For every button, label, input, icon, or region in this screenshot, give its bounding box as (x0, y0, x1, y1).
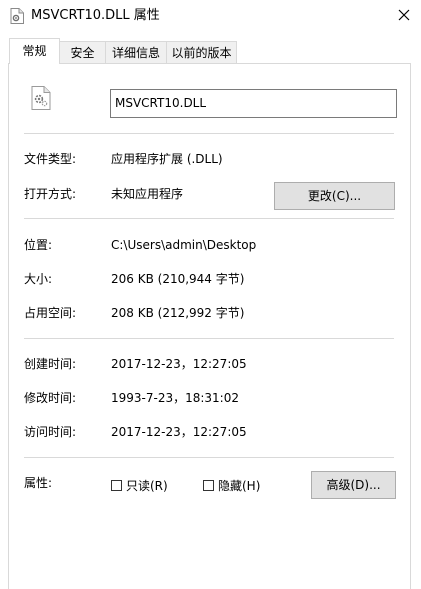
location-label: 位置: (24, 238, 53, 252)
tab-security[interactable]: 安全 (59, 41, 106, 63)
created-label: 创建时间: (24, 357, 77, 371)
window-title: MSVCRT10.DLL 属性 (31, 8, 160, 23)
hidden-checkbox[interactable] (203, 480, 214, 491)
tab-details[interactable]: 详细信息 (105, 41, 167, 63)
advanced-button[interactable]: 高级(D)... (311, 471, 396, 499)
file-properties-icon (10, 8, 24, 24)
hidden-label[interactable]: 隐藏(H) (218, 478, 260, 494)
file-type-value: 应用程序扩展 (.DLL) (111, 152, 223, 166)
modified-value: 1993-7-23，18:31:02 (111, 391, 239, 405)
modified-label: 修改时间: (24, 391, 77, 405)
tab-previous-versions[interactable]: 以前的版本 (166, 41, 237, 63)
attributes-label: 属性: (24, 476, 53, 490)
change-button[interactable]: 更改(C)... (274, 182, 395, 210)
tab-general[interactable]: 常规 (9, 38, 60, 64)
opens-with-label: 打开方式: (24, 187, 77, 201)
size-value: 206 KB (210,944 字节) (111, 272, 245, 286)
file-type-label: 文件类型: (24, 152, 77, 166)
accessed-label: 访问时间: (24, 425, 77, 439)
separator (24, 338, 394, 339)
separator (24, 133, 394, 134)
opens-with-value: 未知应用程序 (111, 187, 184, 201)
file-name-input[interactable]: MSVCRT10.DLL (110, 89, 397, 118)
separator (24, 457, 394, 458)
size-label: 大小: (24, 272, 53, 286)
readonly-label[interactable]: 只读(R) (126, 478, 168, 494)
location-value: C:\Users\admin\Desktop (111, 238, 257, 252)
size-on-disk-value: 208 KB (212,992 字节) (111, 306, 245, 320)
dll-file-icon (31, 86, 51, 110)
close-icon (398, 9, 410, 24)
separator (24, 218, 394, 219)
size-on-disk-label: 占用空间: (24, 306, 77, 320)
close-button[interactable] (388, 2, 420, 30)
created-value: 2017-12-23，12:27:05 (111, 357, 247, 371)
accessed-value: 2017-12-23，12:27:05 (111, 425, 247, 439)
readonly-checkbox[interactable] (111, 480, 122, 491)
general-panel (8, 63, 411, 589)
